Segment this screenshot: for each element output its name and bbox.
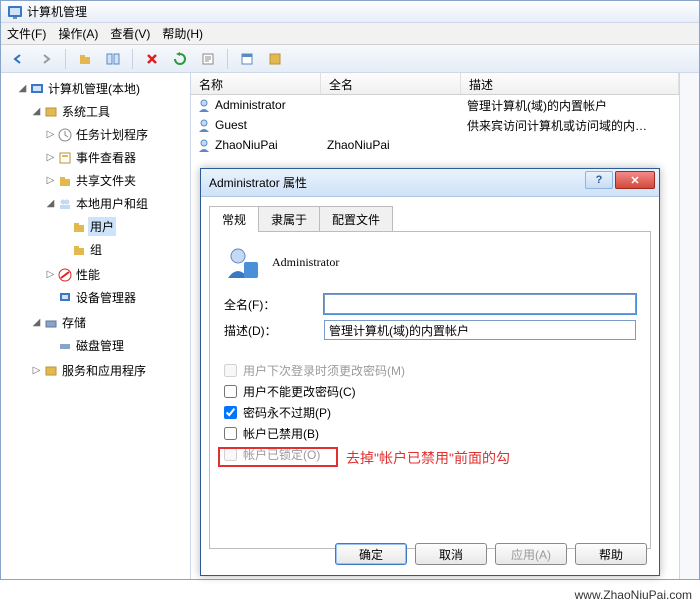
tree-system-tools[interactable]: ◢ 系统工具 ▷任务计划程序 ▷事件查看器 ▷共享文件夹 ◢本地用户和组 用户 (31, 100, 188, 311)
tree-groups[interactable]: 组 (59, 238, 188, 261)
tabs: 常规 隶属于 配置文件 (201, 197, 659, 231)
desc-label: 描述(D)： (224, 322, 324, 339)
help-button[interactable]: 帮助 (575, 543, 647, 565)
properties-dialog: Administrator 属性 ? ✕ 常规 隶属于 配置文件 Adminis… (200, 168, 660, 576)
app-icon (7, 4, 23, 20)
refresh-button[interactable] (169, 48, 191, 70)
tree-event-viewer[interactable]: ▷事件查看器 (45, 146, 188, 169)
cancel-button[interactable]: 取消 (415, 543, 487, 565)
tree-local-users[interactable]: ◢本地用户和组 用户 组 (45, 192, 188, 263)
forward-button[interactable] (35, 48, 57, 70)
delete-button[interactable] (141, 48, 163, 70)
options-button[interactable] (102, 48, 124, 70)
tab-memberof[interactable]: 隶属于 (258, 206, 320, 232)
fullname-input[interactable] (324, 294, 636, 314)
tree-storage[interactable]: ◢存储 磁盘管理 (31, 311, 188, 359)
tree-performance[interactable]: ▷性能 (45, 263, 188, 286)
col-name[interactable]: 名称 (191, 73, 321, 94)
tree-device-manager[interactable]: 设备管理器 (45, 286, 188, 309)
apply-button[interactable]: 应用(A) (495, 543, 567, 565)
menu-file[interactable]: 文件(F) (7, 25, 46, 42)
up-button[interactable] (74, 48, 96, 70)
annotation-note: 去掉"帐户已禁用"前面的勾 (346, 448, 510, 468)
table-row[interactable]: Guest供来宾访问计算机或访问域的内… (191, 115, 679, 135)
chk-cannot-change-row[interactable]: 用户不能更改密码(C) (224, 383, 636, 400)
col-fullname[interactable]: 全名 (321, 73, 461, 94)
col-desc[interactable]: 描述 (461, 73, 679, 94)
chk-never-expire[interactable] (224, 406, 237, 419)
tree-users[interactable]: 用户 (59, 215, 188, 238)
properties-button[interactable] (236, 48, 258, 70)
tree-services-apps[interactable]: ▷服务和应用程序 (31, 359, 188, 382)
tree-disk-management[interactable]: 磁盘管理 (45, 334, 188, 357)
tab-general[interactable]: 常规 (209, 206, 259, 232)
tree-pane: ◢ 计算机管理(本地) ◢ 系统工具 ▷任务计划程序 ▷事件查看器 ▷共享文件夹… (1, 73, 191, 579)
tab-profile[interactable]: 配置文件 (319, 206, 393, 232)
annotation-box (218, 447, 338, 467)
table-row[interactable]: ZhaoNiuPaiZhaoNiuPai (191, 135, 679, 155)
window-title: 计算机管理 (27, 3, 87, 20)
tree-task-scheduler[interactable]: ▷任务计划程序 (45, 123, 188, 146)
chk-must-change (224, 364, 237, 377)
dialog-close-button[interactable]: ✕ (615, 171, 655, 189)
dialog-title: Administrator 属性 (209, 174, 307, 191)
menubar: 文件(F) 操作(A) 查看(V) 帮助(H) (1, 23, 699, 45)
dialog-titlebar: Administrator 属性 ? ✕ (201, 169, 659, 197)
dialog-buttons: 确定 取消 应用(A) 帮助 (335, 543, 647, 565)
menu-help[interactable]: 帮助(H) (162, 25, 203, 42)
table-row[interactable]: Administrator管理计算机(域)的内置帐户 (191, 95, 679, 115)
dialog-help-button[interactable]: ? (585, 171, 613, 189)
chk-disabled-row[interactable]: 帐户已禁用(B) (224, 425, 636, 442)
back-button[interactable] (7, 48, 29, 70)
username-label: Administrator (272, 255, 339, 270)
tree-root[interactable]: ◢ 计算机管理(本地) ◢ 系统工具 ▷任务计划程序 ▷事件查看器 ▷共享文件夹… (17, 77, 188, 384)
chk-cannot-change[interactable] (224, 385, 237, 398)
menu-action[interactable]: 操作(A) (58, 25, 98, 42)
desc-input[interactable] (324, 320, 636, 340)
user-icon (224, 244, 260, 280)
titlebar: 计算机管理 (1, 1, 699, 23)
tree-shared-folders[interactable]: ▷共享文件夹 (45, 169, 188, 192)
tab-body: Administrator 全名(F)： 描述(D)： 用户下次登录时须更改密码… (209, 231, 651, 549)
ok-button[interactable]: 确定 (335, 543, 407, 565)
list-header: 名称 全名 描述 (191, 73, 679, 95)
chk-disabled[interactable] (224, 427, 237, 440)
export-button[interactable] (197, 48, 219, 70)
chk-must-change-row: 用户下次登录时须更改密码(M) (224, 362, 636, 379)
help-button[interactable] (264, 48, 286, 70)
fullname-label: 全名(F)： (224, 296, 324, 313)
watermark: www.ZhaoNiuPai.com (575, 588, 692, 602)
menu-view[interactable]: 查看(V) (110, 25, 150, 42)
chk-never-expire-row[interactable]: 密码永不过期(P) (224, 404, 636, 421)
toolbar (1, 45, 699, 73)
actions-pane (679, 73, 699, 579)
